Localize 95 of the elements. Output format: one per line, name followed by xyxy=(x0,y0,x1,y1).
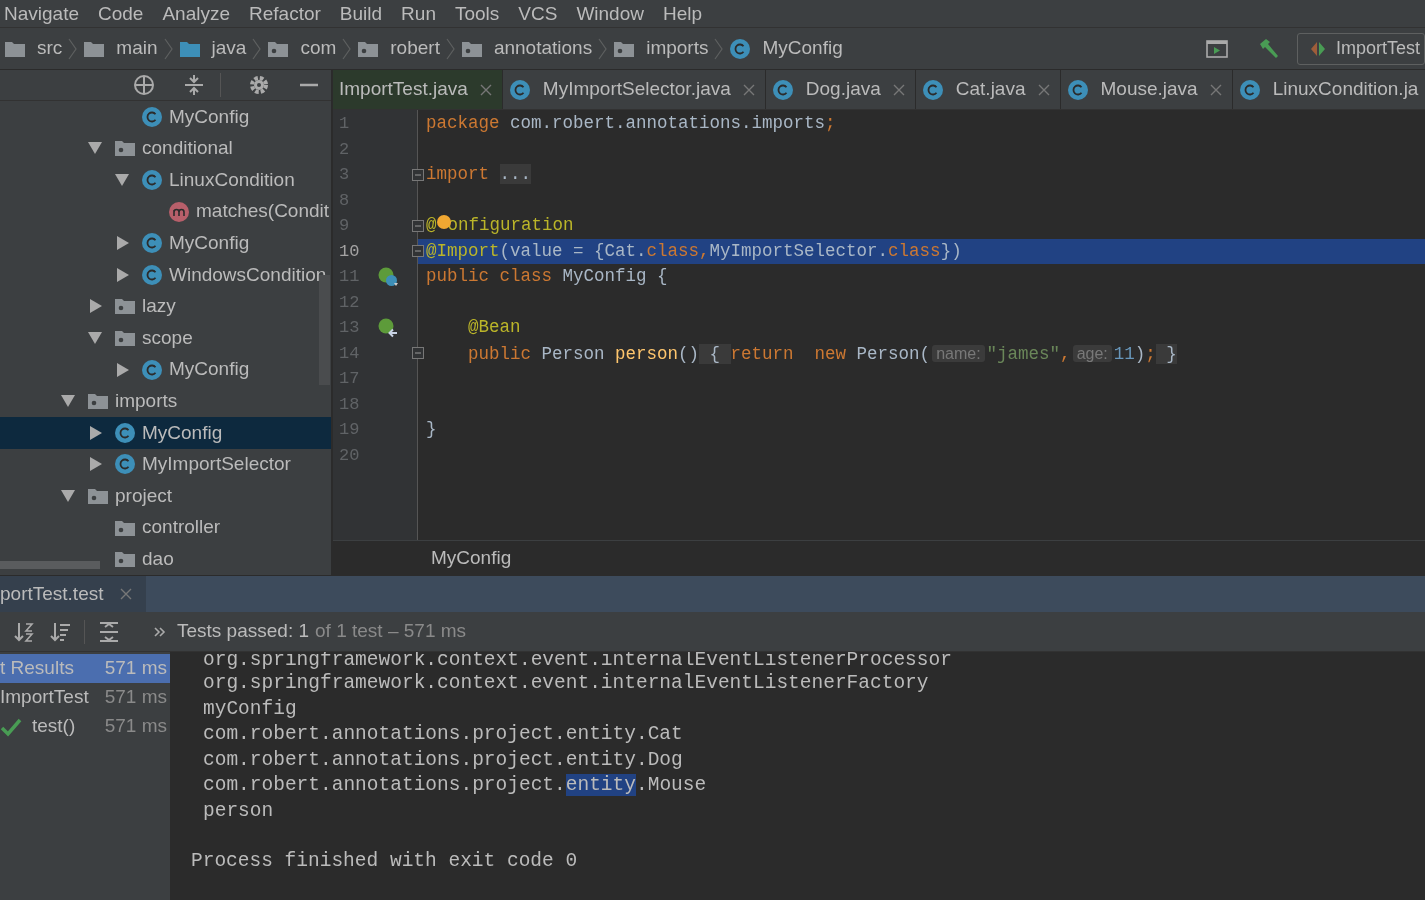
menu-item[interactable]: Analyze xyxy=(162,0,231,27)
close-icon[interactable] xyxy=(1209,83,1222,96)
tree-item[interactable]: project xyxy=(0,480,331,512)
test-summary: Tests passed: 1 xyxy=(177,619,310,644)
chevron-icon xyxy=(598,37,608,60)
class-icon xyxy=(729,37,752,60)
tree-item[interactable]: dao xyxy=(0,543,331,575)
chevron-icon xyxy=(445,37,455,60)
tree-item[interactable]: WindowsCondition xyxy=(0,259,331,291)
tree-item[interactable]: imports xyxy=(0,385,331,418)
exit-message: Process finished with exit code 0 xyxy=(191,849,579,874)
method-icon xyxy=(168,200,190,223)
menu-item[interactable]: Help xyxy=(662,0,703,27)
class-icon xyxy=(921,78,944,101)
test-time: 571 ms xyxy=(104,685,168,710)
collapse-all-icon[interactable] xyxy=(182,73,206,98)
breadcrumb-item[interactable]: imports xyxy=(646,34,709,63)
console-line: com.robert.annotations.project.entity.Mouse xyxy=(202,773,708,798)
code-line: } xyxy=(425,418,438,441)
class-icon xyxy=(141,232,163,255)
tree-item[interactable]: conditional xyxy=(0,132,331,165)
tree-item[interactable]: MyConfig xyxy=(0,417,331,449)
breadcrumb-item[interactable]: com xyxy=(300,34,337,63)
locate-icon[interactable] xyxy=(132,73,156,98)
scrollbar-thumb[interactable] xyxy=(0,561,100,569)
class-icon xyxy=(1066,78,1089,101)
expanded-arrow-icon[interactable] xyxy=(59,488,77,504)
class-icon xyxy=(771,78,794,101)
expand-all-icon[interactable] xyxy=(97,619,121,644)
menu-item[interactable]: Run xyxy=(401,0,436,27)
console-line: org.springframework.context.event.internalEventListenerFactory xyxy=(202,671,930,696)
fold-icon[interactable] xyxy=(412,168,424,181)
console-line: com.robert.annotations.project.entity.Cat xyxy=(202,722,684,747)
tree-item[interactable]: MyImportSelector xyxy=(0,448,331,481)
test-time: 571 ms xyxy=(104,714,168,739)
fold-icon[interactable] xyxy=(412,347,424,360)
tree-item[interactable]: scope xyxy=(0,322,331,354)
breadcrumb-item[interactable]: main xyxy=(116,34,158,63)
console-line: myConfig xyxy=(202,696,298,722)
breadcrumb-item[interactable]: annotations xyxy=(493,34,593,63)
close-icon[interactable] xyxy=(742,83,755,96)
class-icon xyxy=(141,358,163,381)
class-icon xyxy=(508,78,531,101)
class-icon xyxy=(141,105,163,128)
close-icon[interactable] xyxy=(479,83,492,96)
menu-item[interactable]: Window xyxy=(576,0,644,27)
bean-icon[interactable] xyxy=(377,265,399,288)
tree-item[interactable]: matches(Condit xyxy=(0,195,331,228)
menu-item[interactable]: Navigate xyxy=(4,0,79,27)
tree-item[interactable]: lazy xyxy=(0,290,331,323)
tree-item[interactable]: MyConfig xyxy=(0,353,331,386)
bean-icon[interactable] xyxy=(377,316,399,339)
test-result-item[interactable]: ImportTest 571 ms xyxy=(0,683,170,712)
code-line: public class MyConfig { xyxy=(425,265,669,288)
editor-tab[interactable]: ImportTest.java xyxy=(333,70,503,109)
tree-item[interactable]: MyConfig xyxy=(0,101,331,133)
line-number: 10 xyxy=(338,240,361,263)
breadcrumb-item[interactable]: MyConfig xyxy=(762,34,843,63)
class-icon xyxy=(1238,78,1261,101)
chevron-icon xyxy=(342,37,352,60)
chevron-icon xyxy=(68,37,78,60)
breadcrumb-item[interactable]: robert xyxy=(390,34,440,63)
run-configuration-dropdown[interactable]: ImportTest xyxy=(1296,32,1425,65)
menu-item[interactable]: Build xyxy=(339,0,383,27)
close-icon[interactable] xyxy=(1037,83,1050,96)
class-icon xyxy=(141,169,163,192)
code-line: @Bean xyxy=(467,316,522,339)
close-icon[interactable] xyxy=(892,83,905,96)
fold-icon[interactable] xyxy=(412,219,424,232)
chevron-icon xyxy=(163,37,173,60)
menu-item[interactable]: Tools xyxy=(454,0,500,27)
breadcrumb-item[interactable]: src xyxy=(37,34,63,63)
menu-item[interactable]: VCS xyxy=(518,0,558,27)
code-line: package com.robert.annotations.imports; xyxy=(425,112,837,135)
chevron-icon xyxy=(714,37,724,60)
test-duration: of 1 test – 571 ms xyxy=(315,619,467,644)
menu-item[interactable]: Refactor xyxy=(249,0,321,27)
chevron-icon xyxy=(252,37,262,60)
class-icon xyxy=(114,453,136,476)
console-line: person xyxy=(202,798,275,824)
test-result-item[interactable]: test() 571 ms xyxy=(0,712,170,741)
tree-item[interactable]: controller xyxy=(0,511,331,544)
close-icon[interactable] xyxy=(119,588,132,600)
console-line: com.robert.annotations.project.entity.Dog xyxy=(202,747,684,773)
menu-item[interactable]: Code xyxy=(98,0,144,27)
tree-item[interactable]: LinuxCondition xyxy=(0,164,331,196)
class-icon xyxy=(114,421,136,444)
breadcrumb-item[interactable]: MyConfig xyxy=(431,543,512,573)
tree-item[interactable]: MyConfig xyxy=(0,227,331,260)
fold-icon[interactable] xyxy=(412,245,424,258)
test-time: 571 ms xyxy=(104,656,168,681)
breadcrumb-item[interactable]: java xyxy=(211,34,247,63)
class-icon xyxy=(141,263,163,286)
intention-bulb-icon[interactable] xyxy=(436,215,451,230)
run-tab[interactable]: portTest.test xyxy=(0,576,146,612)
